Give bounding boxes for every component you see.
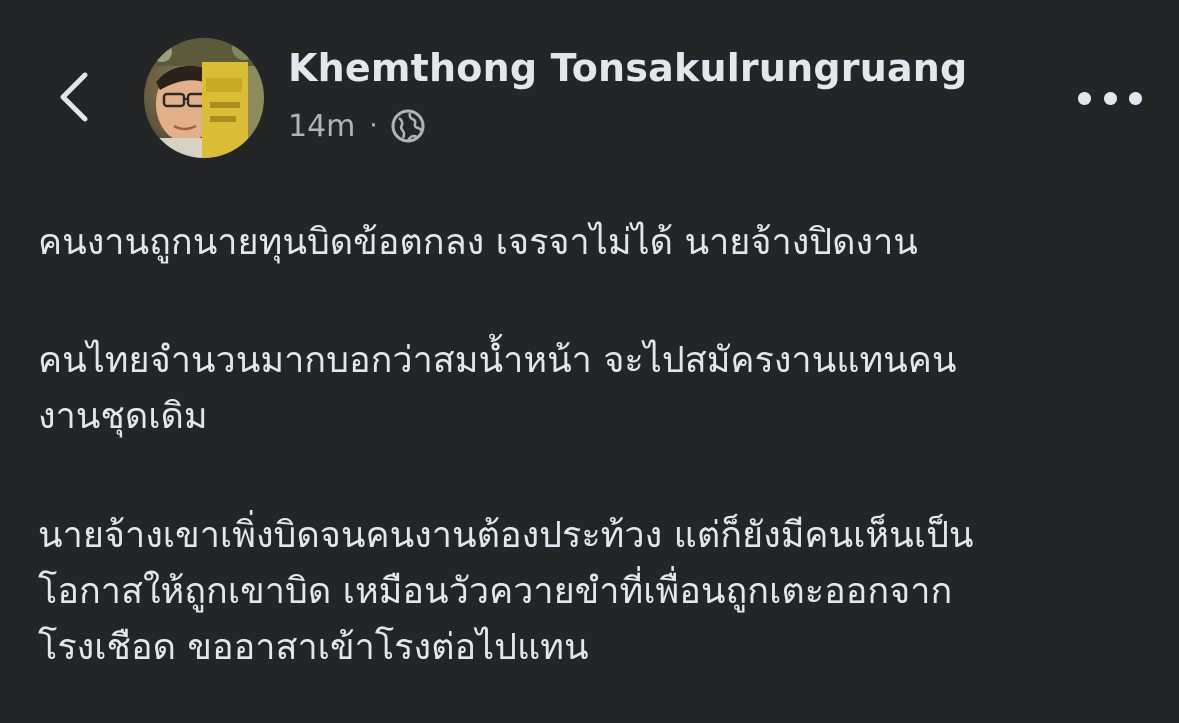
meta-separator: · <box>369 111 378 141</box>
post-timestamp[interactable]: 14m <box>288 109 355 144</box>
more-dot-icon <box>1078 91 1091 105</box>
post-line: โรงเชือด ขออาสาเข้าโรงต่อไปแทน <box>38 627 589 668</box>
more-dot-icon <box>1103 91 1117 105</box>
post-paragraph: นายจ้างเขาเพิ่งบิดจนคนงานต้องประท้วง แต่… <box>38 508 974 676</box>
chevron-left-icon <box>60 72 88 122</box>
avatar-image <box>144 38 264 158</box>
avatar[interactable] <box>144 38 264 158</box>
post-line: คนไทยจำนวนมากบอกว่าสมน้ำหน้า จะไปสมัครงา… <box>38 340 957 381</box>
back-button[interactable] <box>44 62 104 132</box>
globe-icon[interactable] <box>390 108 426 144</box>
post-paragraph: คนไทยจำนวนมากบอกว่าสมน้ำหน้า จะไปสมัครงา… <box>38 333 956 445</box>
post-line: โอกาสให้ถูกเขาบิด เหมือนวัวควายขำที่เพื่… <box>38 571 953 612</box>
post-meta: 14m · <box>288 106 426 146</box>
post-header: Khemthong Tonsakulrungruang 14m · <box>0 0 1179 180</box>
post-line: คนงานถูกนายทุนบิดข้อตกลง เจรจาไม่ได้ นาย… <box>38 222 918 263</box>
author-name[interactable]: Khemthong Tonsakulrungruang <box>288 46 967 90</box>
post-paragraph: คนงานถูกนายทุนบิดข้อตกลง เจรจาไม่ได้ นาย… <box>38 215 918 271</box>
more-options-button[interactable] <box>1078 80 1142 116</box>
more-dot-icon <box>1129 91 1142 105</box>
post-line: งานชุดเดิม <box>38 396 208 437</box>
post-line: นายจ้างเขาเพิ่งบิดจนคนงานต้องประท้วง แต่… <box>38 515 974 556</box>
